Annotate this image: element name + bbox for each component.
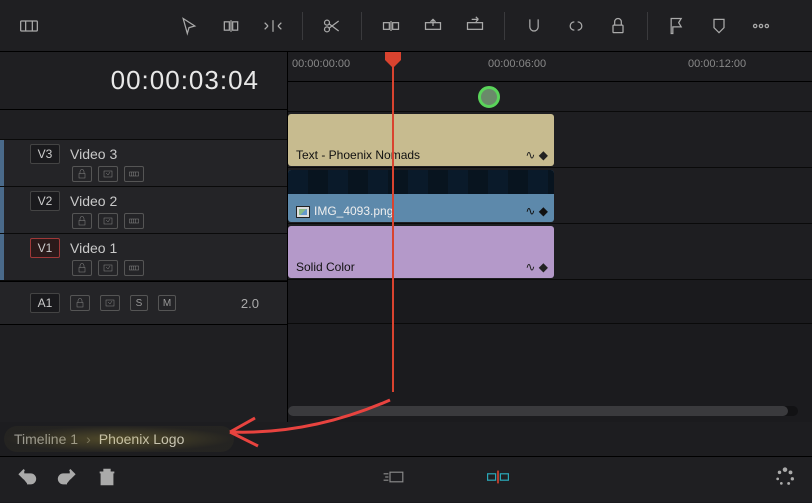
toolbar-separator: [361, 12, 362, 40]
breadcrumb-current[interactable]: Phoenix Logo: [99, 431, 185, 447]
chevron-right-icon: ›: [86, 431, 91, 447]
horizontal-scrollbar[interactable]: [288, 406, 798, 416]
track-header-v1[interactable]: V1 Video 1: [0, 234, 287, 281]
replace-clip-icon[interactable]: [458, 9, 492, 43]
clip-keyframe-icons[interactable]: ∿ ◆: [525, 148, 548, 162]
insert-clip-icon[interactable]: [374, 9, 408, 43]
track-name-v1[interactable]: Video 1: [70, 240, 277, 256]
clip-keyframe-icons[interactable]: ∿ ◆: [525, 204, 548, 218]
solo-toggle-icon[interactable]: S: [130, 295, 148, 311]
auto-select-toggle-icon[interactable]: [100, 295, 120, 311]
clip-solid-color[interactable]: Solid Color ∿ ◆: [288, 226, 554, 278]
auto-select-toggle-icon[interactable]: [98, 213, 118, 229]
timeline-split-view-icon[interactable]: [486, 468, 510, 491]
ruler-tick: 00:00:06:00: [488, 58, 546, 70]
clip-label: IMG_4093.png: [314, 204, 393, 218]
undo-button[interactable]: [16, 466, 38, 493]
track-badge-a1[interactable]: A1: [30, 293, 60, 313]
track-badge-v1[interactable]: V1: [30, 238, 60, 258]
toolbar-separator: [302, 12, 303, 40]
bottom-toolbar: [0, 456, 812, 502]
video-mute-toggle-icon[interactable]: [124, 166, 144, 182]
marker-icon[interactable]: [702, 9, 736, 43]
track-lane-v1[interactable]: Solid Color ∿ ◆: [288, 224, 812, 280]
selection-tool-icon[interactable]: [172, 9, 206, 43]
delete-button[interactable]: [96, 466, 118, 493]
ruler-tick: 00:00:00:00: [292, 58, 350, 70]
marker-circle-icon[interactable]: [478, 86, 500, 108]
lock-toggle-icon[interactable]: [72, 213, 92, 229]
redo-button[interactable]: [56, 466, 78, 493]
video-mute-toggle-icon[interactable]: [124, 260, 144, 276]
timeline-canvas[interactable]: 00:00:00:00 00:00:06:00 00:00:12:00 Text…: [288, 52, 812, 422]
track-lane-v3[interactable]: Text - Phoenix Nomads ∿ ◆: [288, 112, 812, 168]
more-options-icon[interactable]: [744, 9, 778, 43]
workspace-layout-button[interactable]: [12, 9, 46, 43]
track-badge-v2[interactable]: V2: [30, 191, 60, 211]
clip-thumbnail-strip: [288, 170, 554, 194]
track-header-v2[interactable]: V2 Video 2: [0, 187, 287, 234]
toolbar-separator: [504, 12, 505, 40]
toolbar-separator: [647, 12, 648, 40]
mute-toggle-icon[interactable]: M: [158, 295, 176, 311]
track-badge-v3[interactable]: V3: [30, 144, 60, 164]
timeline-view-mode-icon[interactable]: [382, 468, 406, 491]
top-toolbar: [0, 0, 812, 52]
breadcrumb-bar: Timeline 1 › Phoenix Logo: [0, 422, 812, 456]
auto-select-toggle-icon[interactable]: [98, 166, 118, 182]
track-headers-panel: 00:00:03:04 V3 Video 3 V2 Video 2: [0, 52, 288, 422]
track-lane-spacer: [288, 82, 812, 112]
timecode-display[interactable]: 00:00:03:04: [0, 52, 287, 110]
scrollbar-thumb[interactable]: [288, 406, 788, 416]
video-mute-toggle-icon[interactable]: [124, 213, 144, 229]
time-ruler[interactable]: 00:00:00:00 00:00:06:00 00:00:12:00: [288, 52, 812, 82]
track-name-v3[interactable]: Video 3: [70, 146, 277, 162]
clip-label: Text - Phoenix Nomads: [296, 148, 546, 162]
lock-toggle-icon[interactable]: [70, 295, 90, 311]
overwrite-clip-icon[interactable]: [416, 9, 450, 43]
lock-icon[interactable]: [601, 9, 635, 43]
lock-toggle-icon[interactable]: [72, 260, 92, 276]
dynamic-trim-tool-icon[interactable]: [256, 9, 290, 43]
blade-tool-icon[interactable]: [315, 9, 349, 43]
linked-selection-icon[interactable]: [559, 9, 593, 43]
trim-edit-tool-icon[interactable]: [214, 9, 248, 43]
clip-label: Solid Color: [296, 260, 546, 274]
audio-channel-config[interactable]: 2.0: [241, 296, 259, 311]
clip-keyframe-icons[interactable]: ∿ ◆: [525, 260, 548, 274]
breadcrumb-root[interactable]: Timeline 1: [14, 431, 78, 447]
playhead[interactable]: [392, 52, 394, 392]
settings-loading-icon[interactable]: [774, 466, 796, 493]
clip-image[interactable]: IMG_4093.png ∿ ◆: [288, 170, 554, 222]
ruler-tick: 00:00:12:00: [688, 58, 746, 70]
flag-marker-icon[interactable]: [660, 9, 694, 43]
auto-select-toggle-icon[interactable]: [98, 260, 118, 276]
track-header-v3[interactable]: V3 Video 3: [0, 140, 287, 187]
timeline-editor: 00:00:03:04 V3 Video 3 V2 Video 2: [0, 52, 812, 422]
track-name-v2[interactable]: Video 2: [70, 193, 277, 209]
track-lane-v2[interactable]: IMG_4093.png ∿ ◆: [288, 168, 812, 224]
clip-text-title[interactable]: Text - Phoenix Nomads ∿ ◆: [288, 114, 554, 166]
track-header-spacer: [0, 110, 287, 140]
snapping-toggle-icon[interactable]: [517, 9, 551, 43]
track-header-a1[interactable]: A1 S M 2.0: [0, 281, 287, 325]
image-file-icon: [296, 206, 310, 218]
track-lane-a1[interactable]: [288, 280, 812, 324]
lock-toggle-icon[interactable]: [72, 166, 92, 182]
